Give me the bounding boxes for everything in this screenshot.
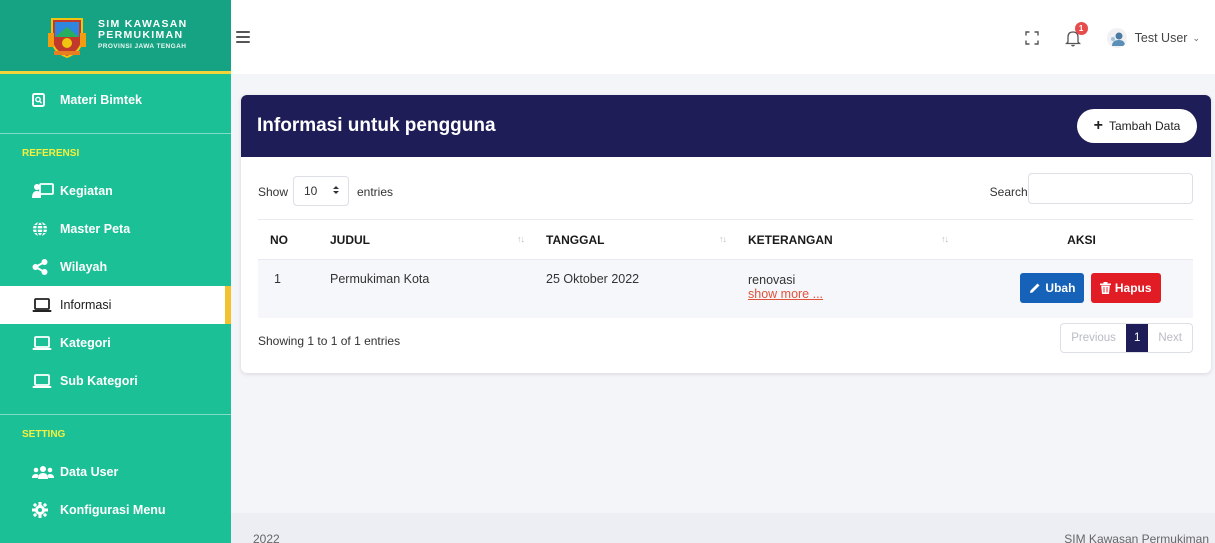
notification-badge: 1 bbox=[1074, 22, 1088, 35]
sidebar-item-label: Wilayah bbox=[60, 260, 108, 274]
sidebar-item-label: Data User bbox=[60, 465, 119, 479]
entries-value: 10 bbox=[304, 184, 318, 198]
share-icon bbox=[32, 259, 54, 275]
column-header-label: AKSI bbox=[1067, 232, 1096, 247]
sidebar-item-konfigurasi-menu[interactable]: Konfigurasi Menu bbox=[0, 491, 231, 529]
cell-no: 1 bbox=[274, 272, 281, 286]
info-card: Informasi untuk pengguna + Tambah Data S… bbox=[241, 95, 1211, 373]
pagination-page-1[interactable]: 1 bbox=[1125, 324, 1149, 352]
provincial-seal-logo bbox=[44, 13, 90, 59]
footer-app-name: SIM Kawasan Permukiman bbox=[1064, 532, 1209, 543]
delete-button[interactable]: Hapus bbox=[1090, 273, 1161, 303]
notification-bell-icon[interactable]: 1 bbox=[1064, 22, 1088, 47]
table-row: 1 Permukiman Kota 25 Oktober 2022 renova… bbox=[258, 259, 1193, 318]
show-label: Show bbox=[258, 185, 289, 199]
column-header-label: NO bbox=[270, 232, 288, 247]
delete-label: Hapus bbox=[1114, 281, 1152, 295]
sidebar-item-materi-bimtek[interactable]: Materi Bimtek bbox=[0, 81, 231, 119]
plus-icon: + bbox=[1093, 117, 1103, 134]
column-header-tanggal[interactable]: TANGGAL ↑↓ bbox=[534, 220, 736, 260]
sort-icon: ↑↓ bbox=[517, 234, 525, 244]
sidebar-item-kegiatan[interactable]: Kegiatan bbox=[0, 172, 231, 210]
sidebar-item-master-peta[interactable]: Master Peta bbox=[0, 210, 231, 248]
add-data-button[interactable]: + Tambah Data bbox=[1077, 109, 1197, 143]
laptop-icon bbox=[32, 297, 54, 313]
brand[interactable]: SIM KAWASAN PERMUKIMAN PROVINSI JAWA TEN… bbox=[0, 0, 231, 74]
user-name[interactable]: Test User bbox=[1135, 31, 1188, 45]
sidebar-item-label: Master Peta bbox=[60, 222, 131, 236]
entries-per-page-select[interactable]: 10 bbox=[293, 176, 349, 206]
cell-keterangan: renovasi show more ... bbox=[736, 260, 958, 318]
fullscreen-icon[interactable] bbox=[1024, 31, 1039, 45]
users-icon bbox=[32, 465, 54, 479]
table-info: Showing 1 to 1 of 1 entries bbox=[258, 334, 401, 348]
column-header-keterangan[interactable]: KETERANGAN ↑↓ bbox=[736, 220, 958, 260]
pencil-icon bbox=[1029, 282, 1041, 294]
column-header-aksi: AKSI bbox=[958, 220, 1193, 260]
sidebar-item-sub-kategori[interactable]: Sub Kategori bbox=[0, 362, 231, 400]
presentation-icon bbox=[32, 183, 54, 199]
footer: 2022 SIM Kawasan Permukiman bbox=[231, 513, 1215, 543]
pagination-next[interactable]: Next bbox=[1148, 324, 1192, 352]
sidebar-item-data-user[interactable]: Data User bbox=[0, 453, 231, 491]
section-title-setting: SETTING bbox=[22, 428, 66, 440]
sidebar-item-label: Konfigurasi Menu bbox=[60, 503, 166, 517]
brand-title-line2: PERMUKIMAN bbox=[98, 29, 184, 41]
sidebar-item-label: Kategori bbox=[60, 336, 111, 350]
table-header-row: NO JUDUL ↑↓ TANGGAL ↑↓ KETERANGAN ↑↓ AKSI bbox=[258, 219, 1193, 260]
column-header-label: TANGGAL bbox=[546, 232, 605, 247]
laptop-icon bbox=[32, 373, 54, 389]
sidebar-item-label: Materi Bimtek bbox=[60, 93, 142, 107]
cell-judul: Permukiman Kota bbox=[330, 272, 430, 286]
laptop-icon bbox=[32, 335, 54, 351]
sidebar-item-wilayah[interactable]: Wilayah bbox=[0, 248, 231, 286]
edit-button[interactable]: Ubah bbox=[1020, 273, 1085, 303]
trash-icon bbox=[1099, 282, 1111, 294]
gear-icon bbox=[32, 502, 54, 518]
pagination: Previous 1 Next bbox=[1060, 323, 1193, 353]
entries-label: entries bbox=[357, 185, 394, 199]
column-header-label: JUDUL bbox=[330, 232, 371, 247]
globe-icon bbox=[32, 221, 54, 237]
brand-subtitle: PROVINSI JAWA TENGAH bbox=[98, 43, 187, 50]
search-doc-icon bbox=[32, 93, 54, 107]
add-data-label: Tambah Data bbox=[1108, 119, 1181, 133]
hamburger-menu-icon[interactable] bbox=[236, 31, 250, 43]
footer-year: 2022 bbox=[253, 532, 280, 543]
search-label: Search: bbox=[989, 185, 1031, 199]
sidebar-item-label: Kegiatan bbox=[60, 184, 113, 198]
column-header-no[interactable]: NO bbox=[258, 220, 318, 260]
table-controls: Show 10 entries Search: bbox=[241, 157, 1211, 219]
search-input[interactable] bbox=[1028, 173, 1193, 204]
card-header: Informasi untuk pengguna + Tambah Data bbox=[241, 95, 1211, 157]
cell-tanggal: 25 Oktober 2022 bbox=[546, 272, 640, 286]
sidebar-item-label: Informasi bbox=[60, 298, 112, 312]
sort-icon: ↑↓ bbox=[719, 234, 727, 244]
sort-icon: ↑↓ bbox=[941, 234, 949, 244]
pagination-previous[interactable]: Previous bbox=[1061, 324, 1126, 352]
avatar[interactable] bbox=[1106, 28, 1127, 48]
cell-actions: Ubah Hapus bbox=[958, 260, 1193, 318]
sidebar: SIM KAWASAN PERMUKIMAN PROVINSI JAWA TEN… bbox=[0, 0, 231, 543]
column-header-judul[interactable]: JUDUL ↑↓ bbox=[318, 220, 534, 260]
edit-label: Ubah bbox=[1045, 281, 1076, 295]
column-header-label: KETERANGAN bbox=[748, 232, 833, 247]
topbar: 1 Test User ⌄ bbox=[231, 0, 1215, 74]
keterangan-text: renovasi bbox=[748, 273, 796, 287]
sidebar-item-kategori[interactable]: Kategori bbox=[0, 324, 231, 362]
chevron-down-icon[interactable]: ⌄ bbox=[1192, 33, 1200, 44]
show-more-link[interactable]: show more ... bbox=[748, 287, 958, 301]
section-title-referensi: REFERENSI bbox=[22, 147, 80, 159]
sidebar-item-informasi[interactable]: Informasi bbox=[0, 286, 231, 324]
sidebar-item-label: Sub Kategori bbox=[60, 374, 138, 388]
data-table: NO JUDUL ↑↓ TANGGAL ↑↓ KETERANGAN ↑↓ AKSI 1… bbox=[258, 219, 1193, 318]
page-title: Informasi untuk pengguna bbox=[257, 115, 496, 136]
select-arrows-icon bbox=[332, 185, 340, 198]
